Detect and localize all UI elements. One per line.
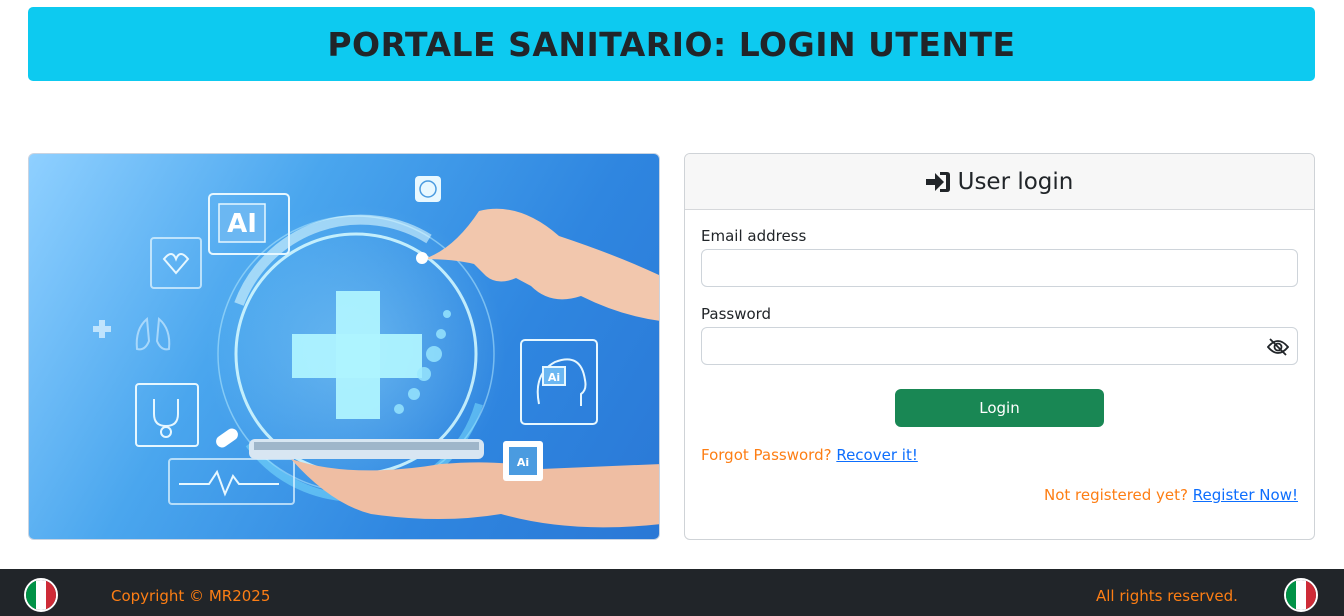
hero-image: AI Ai Ai (28, 153, 660, 540)
ai-chip-icon: Ai (503, 441, 543, 481)
plus-icon (93, 320, 111, 338)
password-field[interactable] (701, 327, 1298, 365)
login-card: User login Email address Password Login … (684, 153, 1315, 540)
sign-in-icon (925, 171, 950, 192)
brain-chip-icon (415, 176, 441, 202)
heart-icon (150, 237, 202, 289)
recover-link[interactable]: Recover it! (836, 446, 918, 464)
login-button[interactable]: Login (895, 389, 1104, 427)
italy-flag-icon (1284, 578, 1318, 612)
header-banner: PORTALE SANITARIO: LOGIN UTENTE (28, 7, 1315, 81)
forgot-password-row: Forgot Password? Recover it! (701, 446, 918, 464)
register-row: Not registered yet? Register Now! (1044, 486, 1298, 504)
register-text: Not registered yet? (1043, 486, 1188, 504)
footer: Copyright © MR2025 All rights reserved. (0, 569, 1344, 616)
login-title: User login (957, 168, 1074, 195)
ai-head-label: Ai (548, 371, 560, 384)
smartphone-icon (249, 439, 484, 459)
italy-flag-icon (24, 578, 58, 612)
stethoscope-icon (135, 383, 199, 447)
forgot-password-text: Forgot Password? (701, 446, 832, 464)
register-link[interactable]: Register Now! (1193, 486, 1298, 504)
email-input[interactable] (701, 249, 1298, 287)
password-label: Password (701, 305, 772, 323)
email-label: Email address (701, 227, 807, 245)
ai-chip-label: Ai (517, 456, 529, 469)
healthcare-ai-illustration: AI Ai Ai (93, 176, 659, 528)
eye-slash-icon[interactable] (1267, 337, 1289, 357)
ai-head-icon: Ai (520, 339, 598, 425)
page-title: PORTALE SANITARIO: LOGIN UTENTE (327, 24, 1016, 64)
rights-text: All rights reserved. (1096, 587, 1238, 605)
lungs-icon (135, 317, 171, 351)
login-card-header: User login (685, 154, 1314, 210)
ai-badge-label: AI (227, 209, 257, 239)
copyright-text: Copyright © MR2025 (111, 587, 271, 605)
